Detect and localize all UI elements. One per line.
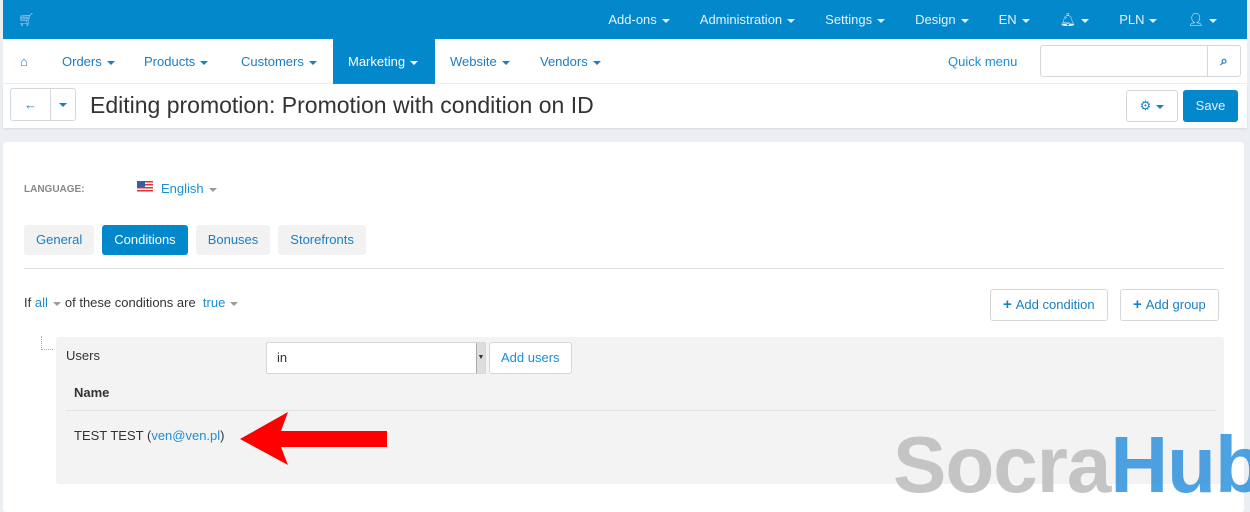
gear-icon: ⚙ bbox=[1139, 98, 1152, 113]
user-menu[interactable]: 👤︎ bbox=[1172, 0, 1247, 39]
add-group-button[interactable]: + Add group bbox=[1120, 289, 1219, 321]
label: Orders bbox=[62, 54, 102, 69]
nav-products[interactable]: Products bbox=[129, 39, 223, 84]
menu-addons[interactable]: Add-ons bbox=[593, 0, 684, 39]
label: English bbox=[161, 181, 204, 196]
true-false-select[interactable]: true bbox=[203, 295, 242, 310]
label: Add condition bbox=[1015, 297, 1095, 312]
divider bbox=[66, 410, 1216, 411]
label: EN bbox=[998, 12, 1017, 27]
operator-select[interactable]: in ▼ bbox=[266, 342, 486, 374]
label: Hub bbox=[1110, 420, 1250, 509]
us-flag-icon bbox=[137, 181, 153, 192]
cart-icon[interactable]: 🛒︎ bbox=[18, 12, 35, 28]
column-header-name: Name bbox=[74, 385, 110, 400]
search-icon[interactable]: ⌕ bbox=[1207, 46, 1240, 76]
nav-vendors[interactable]: Vendors bbox=[525, 39, 616, 84]
quick-menu-link[interactable]: Quick menu bbox=[948, 39, 1017, 84]
label: Socra bbox=[893, 420, 1111, 509]
tab-conditions[interactable]: Conditions bbox=[102, 225, 188, 255]
user-email-link[interactable]: ven@ven.pl bbox=[151, 428, 220, 443]
plus-icon: + bbox=[1133, 296, 1142, 313]
label: Vendors bbox=[540, 54, 588, 69]
label: Marketing bbox=[348, 54, 406, 69]
add-condition-button[interactable]: + Add condition bbox=[990, 289, 1108, 321]
label: Add group bbox=[1145, 297, 1206, 312]
notifications-menu[interactable]: 🔔︎ bbox=[1045, 0, 1105, 39]
tabs: General Conditions Bonuses Storefronts bbox=[24, 225, 366, 255]
label: Website bbox=[450, 54, 497, 69]
label: all bbox=[34, 295, 48, 310]
menu-design[interactable]: Design bbox=[900, 0, 983, 39]
menu-language[interactable]: EN bbox=[984, 0, 1045, 39]
nav-marketing[interactable]: Marketing bbox=[333, 39, 435, 84]
language-label: LANGUAGE: bbox=[24, 184, 85, 195]
label: Design bbox=[915, 12, 956, 27]
chevron-down-icon: ▼ bbox=[476, 343, 485, 373]
label: in bbox=[277, 350, 288, 365]
label: PLN bbox=[1119, 12, 1145, 27]
settings-gear-button[interactable]: ⚙ bbox=[1126, 90, 1178, 122]
language-select[interactable]: English bbox=[161, 181, 217, 196]
table-row: TEST TEST (ven@ven.pl) bbox=[74, 428, 225, 443]
menu-administration[interactable]: Administration bbox=[685, 0, 810, 39]
add-users-button[interactable]: Add users bbox=[489, 342, 572, 374]
label: true bbox=[202, 295, 226, 310]
tab-storefronts[interactable]: Storefronts bbox=[278, 225, 366, 255]
red-arrow-annotation bbox=[240, 412, 387, 465]
plus-icon: + bbox=[1003, 296, 1012, 313]
top-bar: 🛒︎ Add-ons Administration Settings Desig… bbox=[3, 0, 1247, 39]
user-icon: 👤︎ bbox=[1187, 12, 1204, 27]
condition-sentence: If all of these conditions are true bbox=[24, 295, 242, 310]
label: Products bbox=[144, 54, 196, 69]
page-title: Editing promotion: Promotion with condit… bbox=[90, 92, 594, 118]
nav-website[interactable]: Website bbox=[435, 39, 525, 84]
label: Administration bbox=[699, 12, 783, 27]
main-nav: ⌂ Orders Products Customers Marketing We… bbox=[3, 39, 1247, 84]
menu-currency[interactable]: PLN bbox=[1104, 0, 1172, 39]
socrahub-watermark-logo: SocraHub bbox=[893, 425, 1250, 505]
tree-connector bbox=[41, 336, 53, 350]
back-button-group: ← bbox=[10, 88, 76, 121]
label: Settings bbox=[825, 12, 873, 27]
menu-settings[interactable]: Settings bbox=[810, 0, 900, 39]
title-bar: ← Editing promotion: Promotion with cond… bbox=[3, 84, 1247, 128]
label: of these conditions are bbox=[64, 295, 196, 310]
nav-customers[interactable]: Customers bbox=[226, 39, 332, 84]
label: Customers bbox=[241, 54, 304, 69]
all-any-select[interactable]: all bbox=[35, 295, 65, 310]
tab-bonuses[interactable]: Bonuses bbox=[195, 225, 271, 255]
label: Add-ons bbox=[608, 12, 657, 27]
arrow-left-icon[interactable]: ← bbox=[11, 89, 50, 120]
home-icon[interactable]: ⌂ bbox=[5, 39, 43, 84]
chevron-down-icon[interactable] bbox=[50, 89, 75, 120]
search-input[interactable]: ⌕ bbox=[1040, 45, 1241, 77]
tab-general[interactable]: General bbox=[24, 225, 95, 255]
user-name: TEST TEST bbox=[74, 428, 144, 443]
save-button[interactable]: Save bbox=[1183, 90, 1238, 122]
condition-label: Users bbox=[66, 348, 100, 363]
label: If bbox=[24, 295, 32, 310]
bell-icon: 🔔︎ bbox=[1059, 12, 1077, 27]
nav-orders[interactable]: Orders bbox=[47, 39, 130, 84]
divider bbox=[24, 268, 1224, 269]
